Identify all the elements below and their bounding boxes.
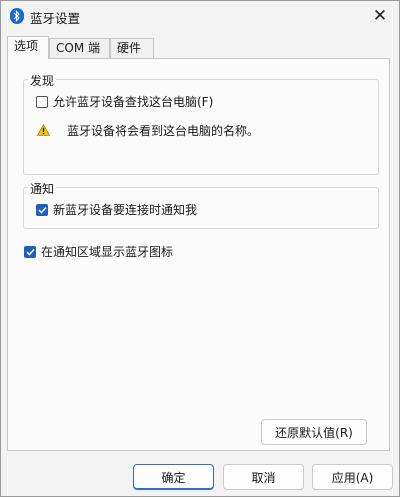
warning-text: 蓝牙设备将会看到这台电脑的名称。 — [67, 124, 260, 138]
warning-icon — [36, 123, 51, 139]
close-button[interactable]: ✕ — [361, 1, 399, 31]
allow-discovery-checkbox[interactable] — [36, 95, 48, 108]
notify-new-device-row[interactable]: 新蓝牙设备要连接时通知我 — [36, 201, 197, 218]
notification-legend: 通知 — [28, 180, 57, 197]
discovery-group: 发现 允许蓝牙设备查找这台电脑(F) 蓝牙设备将会看到这台电脑的名称。 — [23, 72, 379, 175]
apply-button[interactable]: 应用(A) — [312, 464, 393, 490]
bluetooth-icon — [10, 8, 24, 24]
bluetooth-settings-dialog: 蓝牙设置 ✕ 选项 COM 端口 硬件 发现 允许蓝牙设备查找这台电脑(F) 蓝… — [0, 0, 400, 497]
tab-hardware[interactable]: 硬件 — [110, 38, 154, 58]
show-tray-icon-checkbox[interactable] — [24, 245, 36, 258]
notify-new-device-checkbox[interactable] — [36, 203, 48, 216]
window-title: 蓝牙设置 — [30, 11, 81, 26]
restore-defaults-button[interactable]: 还原默认值(R) — [261, 419, 367, 445]
title-bar: 蓝牙设置 ✕ — [1, 1, 399, 31]
allow-discovery-row[interactable]: 允许蓝牙设备查找这台电脑(F) — [36, 93, 213, 110]
ok-button[interactable]: 确定 — [133, 464, 214, 490]
tab-options[interactable]: 选项 — [7, 36, 49, 59]
notification-group: 通知 新蓝牙设备要连接时通知我 — [23, 180, 379, 229]
cancel-button[interactable]: 取消 — [223, 464, 304, 490]
options-panel: 发现 允许蓝牙设备查找这台电脑(F) 蓝牙设备将会看到这台电脑的名称。 通知 新… — [7, 58, 390, 451]
show-tray-icon-row[interactable]: 在通知区域显示蓝牙图标 — [24, 243, 173, 260]
show-tray-icon-label: 在通知区域显示蓝牙图标 — [41, 245, 174, 259]
discovery-legend: 发现 — [28, 72, 57, 89]
notify-new-device-label: 新蓝牙设备要连接时通知我 — [53, 203, 198, 217]
tab-com-ports[interactable]: COM 端口 — [49, 38, 110, 74]
close-icon: ✕ — [372, 6, 388, 26]
allow-discovery-label: 允许蓝牙设备查找这台电脑(F) — [53, 95, 214, 109]
